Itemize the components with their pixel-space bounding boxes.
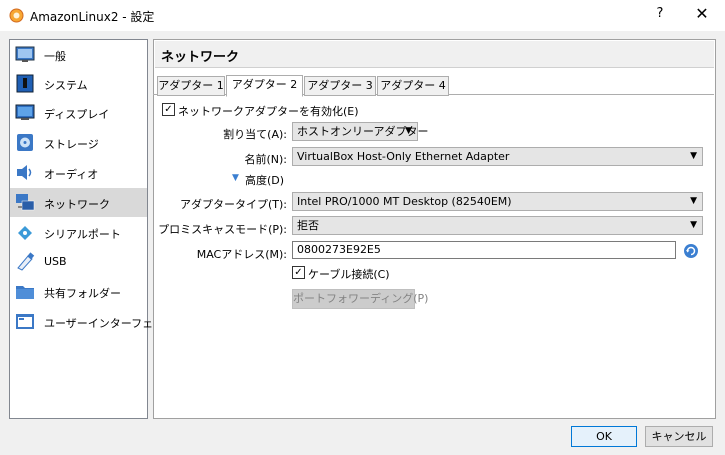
cancel-button[interactable]: キャンセル — [645, 426, 713, 447]
user-interface-icon — [16, 314, 34, 329]
tab-adapter-3[interactable]: アダプター 3 — [304, 76, 376, 96]
sidebar-item-user-interface[interactable]: ユーザーインターフェース — [10, 307, 175, 336]
storage-icon — [17, 134, 33, 151]
audio-icon — [17, 165, 32, 180]
title-bar: AmazonLinux2 - 設定 ? ✕ — [0, 0, 725, 31]
tab-adapter-2[interactable]: アダプター 2 — [226, 75, 303, 97]
sidebar-item-shared-folders[interactable]: 共有フォルダー — [10, 277, 147, 306]
adapter-type-value: Intel PRO/1000 MT Desktop (82540EM) — [297, 195, 512, 208]
refresh-mac-icon[interactable] — [683, 243, 699, 259]
expand-triangle-icon[interactable]: ▼ — [232, 173, 239, 183]
sidebar-item-label: オーディオ — [44, 168, 99, 181]
general-icon — [15, 46, 35, 62]
chevron-down-icon: ▼ — [690, 196, 697, 206]
network-icon — [16, 194, 35, 211]
sidebar-item-serial-port[interactable]: シリアルポート — [10, 218, 147, 247]
tab-adapter-1[interactable]: アダプター 1 — [157, 76, 225, 96]
chevron-down-icon: ▼ — [690, 220, 697, 230]
settings-sidebar: 一般 システム ディスプレイ ストレージ オーディオ ネットワーク シリアルポー… — [9, 39, 175, 419]
display-icon — [15, 104, 35, 120]
sidebar-item-label: ディスプレイ — [44, 108, 110, 121]
usb-icon — [17, 252, 35, 271]
sidebar-item-network[interactable]: ネットワーク — [10, 188, 147, 217]
window-title: AmazonLinux2 - 設定 — [30, 10, 155, 24]
promiscuous-mode-dropdown[interactable]: 拒否 ▼ — [292, 216, 703, 235]
shared-folder-icon — [16, 286, 34, 299]
adapter-type-dropdown[interactable]: Intel PRO/1000 MT Desktop (82540EM) ▼ — [292, 192, 703, 211]
port-forwarding-button[interactable]: ポートフォワーディング(P) — [292, 289, 428, 309]
serial-port-icon — [18, 226, 32, 240]
sidebar-item-general[interactable]: 一般 — [10, 40, 147, 69]
mac-address-label: MACアドレス(M): — [196, 248, 287, 261]
enable-adapter-label: ネットワークアダプターを有効化(E) — [178, 105, 359, 118]
virtualbox-icon — [9, 8, 24, 23]
sidebar-item-usb[interactable]: USB — [10, 247, 147, 276]
chevron-down-icon: ▼ — [405, 126, 412, 136]
sidebar-item-label: 一般 — [44, 50, 66, 63]
name-dropdown[interactable]: VirtualBox Host-Only Ethernet Adapter ▼ — [292, 147, 703, 166]
ok-button[interactable]: OK — [571, 426, 637, 447]
enable-adapter-checkbox[interactable]: ✓ — [162, 103, 175, 116]
sidebar-item-label: 共有フォルダー — [44, 287, 121, 300]
sidebar-item-label: ネットワーク — [44, 198, 110, 211]
help-button[interactable]: ? — [652, 6, 668, 21]
sidebar-item-system[interactable]: システム — [10, 69, 147, 98]
adapter-type-label: アダプタータイプ(T): — [179, 198, 287, 211]
sidebar-item-audio[interactable]: オーディオ — [10, 158, 147, 187]
name-label: 名前(N): — [244, 153, 287, 166]
system-icon — [16, 74, 34, 93]
cable-connected-checkbox[interactable]: ✓ — [292, 266, 305, 279]
attached-to-dropdown[interactable]: ホストオンリーアダプター ▼ — [292, 122, 429, 141]
sidebar-item-display[interactable]: ディスプレイ — [10, 98, 147, 127]
sidebar-item-storage[interactable]: ストレージ — [10, 128, 147, 157]
name-value: VirtualBox Host-Only Ethernet Adapter — [297, 150, 510, 163]
tab-adapter-4[interactable]: アダプター 4 — [377, 76, 449, 96]
page-title: ネットワーク — [161, 50, 240, 65]
sidebar-item-label: システム — [44, 79, 88, 92]
chevron-down-icon: ▼ — [690, 151, 697, 161]
promiscuous-mode-value: 拒否 — [297, 219, 319, 232]
sidebar-item-label: ストレージ — [44, 138, 99, 151]
promiscuous-mode-label: プロミスキャスモード(P): — [158, 223, 287, 236]
advanced-toggle[interactable]: 高度(D) — [245, 172, 284, 188]
close-button[interactable]: ✕ — [694, 4, 710, 23]
cable-connected-label: ケーブル接続(C) — [308, 268, 390, 281]
section-header: ネットワーク — [155, 41, 714, 68]
sidebar-item-label: USB — [44, 255, 67, 268]
attached-to-label: 割り当て(A): — [223, 128, 287, 141]
mac-address-input[interactable]: 0800273E92E5 — [292, 241, 676, 259]
sidebar-item-label: シリアルポート — [44, 228, 121, 241]
